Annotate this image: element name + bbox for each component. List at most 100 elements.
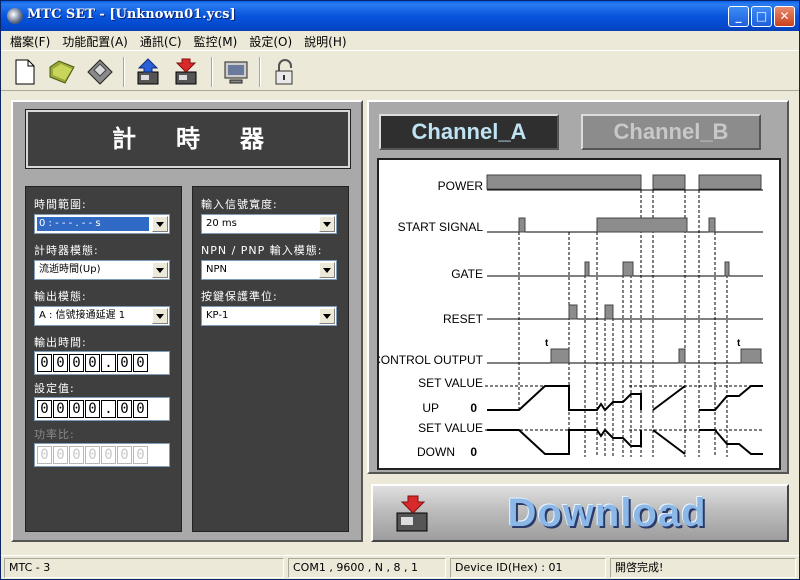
digit: 0: [69, 446, 84, 464]
digit[interactable]: 0: [133, 354, 148, 372]
down-counter-trace: [487, 428, 763, 455]
digit[interactable]: 0: [37, 354, 52, 372]
menu-file[interactable]: 檔案(F): [1, 32, 56, 52]
new-file-button[interactable]: [9, 57, 39, 87]
digit: 0: [133, 446, 148, 464]
power-pulse: [486, 174, 642, 190]
control-output-pulse: [740, 348, 762, 364]
download-icon: [396, 495, 428, 532]
minimize-icon: _: [735, 9, 742, 23]
save-disk-icon: [87, 59, 113, 85]
chevron-down-icon[interactable]: [152, 308, 168, 324]
main-area: 計時器 時間範圍: 0 : - - - . - - s 計時器模態: 流逝時間(…: [1, 92, 799, 551]
digit[interactable]: 0: [133, 400, 148, 418]
download-icon: [175, 58, 197, 85]
settings-column-right: 輸入信號寬度: 20 ms NPN / PNP 輸入模態: NPN 按鍵保護準位…: [192, 186, 349, 532]
menu-communication[interactable]: 通訊(C): [134, 32, 188, 52]
upload-icon: [137, 58, 159, 85]
digit[interactable]: 0: [53, 400, 68, 418]
signal-pulses: [486, 174, 762, 364]
toolbar-separator: [259, 57, 261, 87]
chevron-down-icon[interactable]: [319, 262, 335, 278]
download-toolbar-button[interactable]: [171, 57, 201, 87]
up-counter-trace: [487, 385, 763, 412]
control-output-pulse: [550, 348, 570, 364]
digit[interactable]: 0: [69, 400, 84, 418]
menu-help[interactable]: 說明(H): [298, 32, 352, 52]
power-label: POWER: [438, 179, 484, 193]
time-range-select[interactable]: 0 : - - - . - - s: [34, 214, 170, 234]
npn-pnp-value: NPN: [206, 264, 227, 275]
input-width-select[interactable]: 20 ms: [201, 214, 337, 234]
menu-function-config[interactable]: 功能配置(A): [56, 32, 134, 52]
digit[interactable]: 0: [69, 354, 84, 372]
up-label: UP: [422, 401, 439, 415]
key-protect-label: 按鍵保護準位:: [201, 290, 278, 303]
menu-settings[interactable]: 設定(O): [243, 32, 298, 52]
npn-pnp-label: NPN / PNP 輸入模態:: [201, 244, 323, 257]
tab-channel-b[interactable]: Channel_B: [581, 114, 761, 150]
key-protect-select[interactable]: KP-1: [201, 306, 337, 326]
set-value-up-label: SET VALUE: [418, 376, 483, 390]
menu-bar: 檔案(F) 功能配置(A) 通訊(C) 監控(M) 設定(O) 說明(H): [1, 31, 799, 51]
digit[interactable]: 0: [53, 354, 68, 372]
timer-settings-panel: 計時器 時間範圍: 0 : - - - . - - s 計時器模態: 流逝時間(…: [11, 100, 363, 542]
monitor-icon: [224, 61, 248, 84]
output-mode-value: A : 信號接通延遲 1: [39, 310, 126, 321]
chevron-down-icon[interactable]: [152, 262, 168, 278]
chevron-down-icon[interactable]: [152, 216, 168, 232]
duty-ratio-label: 功率比:: [34, 428, 75, 441]
download-button[interactable]: Download: [371, 484, 789, 542]
digit: 0: [101, 446, 116, 464]
open-folder-icon: [49, 60, 75, 84]
digit: 0: [53, 446, 68, 464]
set-value-field[interactable]: 0 0 0 0 . 0 0: [34, 397, 170, 421]
digit[interactable]: 0: [37, 400, 52, 418]
reset-label: RESET: [443, 312, 484, 326]
menu-monitor[interactable]: 監控(M): [188, 32, 244, 52]
gate-pulse: [622, 261, 634, 277]
digit[interactable]: 0: [85, 400, 100, 418]
start-pulse: [708, 217, 716, 233]
toolbar-separator: [123, 57, 125, 87]
open-file-button[interactable]: [47, 57, 77, 87]
digit: 0: [37, 446, 52, 464]
upload-button[interactable]: [133, 57, 163, 87]
delay-t-label: t: [545, 338, 549, 349]
timer-mode-label: 計時器模態:: [34, 244, 99, 257]
maximize-icon: □: [755, 9, 768, 23]
tab-channel-a[interactable]: Channel_A: [379, 114, 559, 150]
monitor-button[interactable]: [221, 57, 251, 87]
power-pulse: [698, 174, 762, 190]
output-time-field[interactable]: 0 0 0 0 . 0 0: [34, 351, 170, 375]
output-mode-select[interactable]: A : 信號接通延遲 1: [34, 306, 170, 326]
delay-t-label: t: [737, 338, 741, 349]
chevron-down-icon[interactable]: [319, 308, 335, 324]
duty-ratio-field: 0 0 0 0 0 0 0: [34, 443, 170, 467]
set-value-down-label: SET VALUE: [418, 421, 483, 435]
digit[interactable]: 0: [117, 354, 132, 372]
close-button[interactable]: ✕: [774, 6, 795, 27]
gate-label: GATE: [451, 267, 483, 281]
app-icon: [7, 8, 23, 24]
input-width-value: 20 ms: [206, 218, 237, 229]
reset-pulse: [568, 304, 578, 320]
output-time-label: 輸出時間:: [34, 336, 87, 349]
timing-diagram-panel: Channel_A Channel_B POWER START SIGNAL G…: [367, 100, 789, 474]
lock-button[interactable]: [269, 57, 299, 87]
digit[interactable]: 0: [117, 400, 132, 418]
timer-mode-select[interactable]: 流逝時間(Up): [34, 260, 170, 280]
npn-pnp-select[interactable]: NPN: [201, 260, 337, 280]
control-output-label: CONTROL OUTPUT: [379, 353, 484, 367]
title-bar[interactable]: MTC SET - [Unknown01.ycs] _ □ ✕: [1, 1, 799, 31]
time-range-value: 0 : - - - . - - s: [37, 217, 149, 231]
start-pulse: [518, 217, 526, 233]
maximize-button[interactable]: □: [751, 6, 772, 27]
digit[interactable]: 0: [85, 354, 100, 372]
chevron-down-icon[interactable]: [319, 216, 335, 232]
gate-pulse: [584, 261, 590, 277]
toolbar-separator: [211, 57, 213, 87]
save-file-button[interactable]: [85, 57, 115, 87]
app-window: MTC SET - [Unknown01.ycs] _ □ ✕ 檔案(F) 功能配…: [0, 0, 800, 580]
minimize-button[interactable]: _: [728, 6, 749, 27]
